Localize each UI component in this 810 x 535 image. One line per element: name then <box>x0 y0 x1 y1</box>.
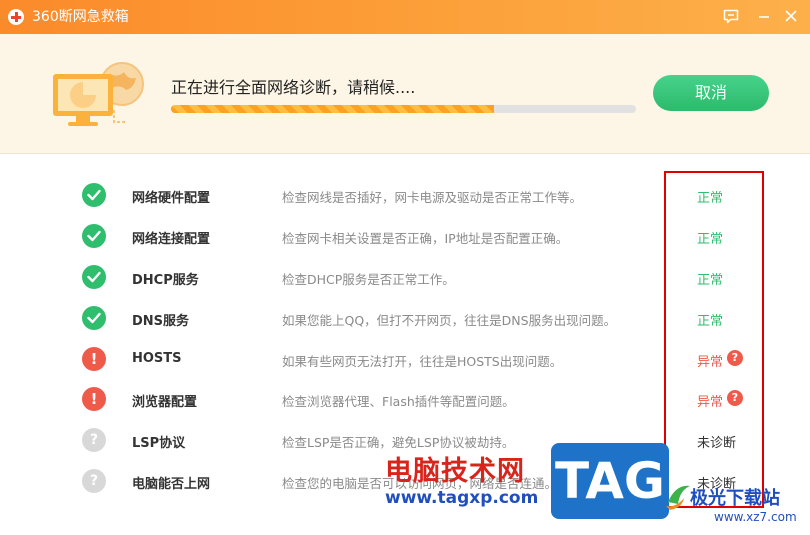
exclamation-icon: ! <box>82 387 106 411</box>
cancel-button[interactable]: 取消 <box>653 75 769 111</box>
diagnosis-item-name: 网络硬件配置 <box>132 191 211 206</box>
diagnosis-item-description: 如果有些网页无法打开，往往是HOSTS出现问题。 <box>282 354 563 369</box>
diagnosis-header: 正在进行全面网络诊断，请稍候.... 取消 <box>0 34 810 154</box>
watermark-site-url: www.xz7.com <box>714 510 797 524</box>
check-icon <box>82 183 106 207</box>
watermark-site-name: 极光下载站 <box>690 488 780 509</box>
monitor-globe-icon <box>53 62 144 126</box>
diagnosis-item-name: LSP协议 <box>132 436 186 451</box>
feedback-icon <box>723 9 739 24</box>
minimize-button[interactable] <box>752 6 776 28</box>
check-icon <box>82 306 106 330</box>
title-bar: 360断网急救箱 <box>0 0 810 34</box>
question-icon: ? <box>82 428 106 452</box>
diagnosis-item-description: 检查网线是否插好，网卡电源及驱动是否正常工作等。 <box>282 190 583 205</box>
diagnosis-progress-bar <box>171 105 636 113</box>
close-button[interactable] <box>779 6 803 28</box>
watermark-swirl-icon <box>666 485 690 510</box>
diagnosis-item-name: DNS服务 <box>132 314 190 329</box>
question-icon: ? <box>82 469 106 493</box>
close-icon <box>785 10 797 22</box>
watermark-tag-logo: TAG <box>551 443 669 519</box>
diagnosis-status-text: 正在进行全面网络诊断，请稍候.... <box>171 78 416 97</box>
window-title: 360断网急救箱 <box>32 9 129 25</box>
check-icon <box>82 265 106 289</box>
exclamation-icon: ! <box>82 347 106 371</box>
diagnosis-item-description: 检查DHCP服务是否正常工作。 <box>282 272 455 287</box>
diagnosis-item-description: 检查浏览器代理、Flash插件等配置问题。 <box>282 394 515 409</box>
result-highlight-box <box>664 171 764 508</box>
diagnosis-item-name: 电脑能否上网 <box>132 477 211 492</box>
diagnosis-item-name: 浏览器配置 <box>132 395 198 410</box>
diagnosis-item-description: 检查网卡相关设置是否正确，IP地址是否配置正确。 <box>282 231 569 246</box>
diagnosis-item-name: DHCP服务 <box>132 273 199 288</box>
progress-fill <box>171 105 495 113</box>
diagnosis-item-name: HOSTS <box>132 351 182 366</box>
check-icon <box>82 224 106 248</box>
app-logo-icon <box>8 9 24 25</box>
diagnosis-item-description: 如果您能上QQ，但打不开网页，往往是DNS服务出现问题。 <box>282 313 617 328</box>
diagnosis-item-name: 网络连接配置 <box>132 232 211 247</box>
watermark-text: 电脑技术网 <box>385 456 525 487</box>
minimize-icon <box>759 16 769 18</box>
watermark-url: www.tagxp.com <box>385 488 539 508</box>
feedback-button[interactable] <box>719 6 743 28</box>
